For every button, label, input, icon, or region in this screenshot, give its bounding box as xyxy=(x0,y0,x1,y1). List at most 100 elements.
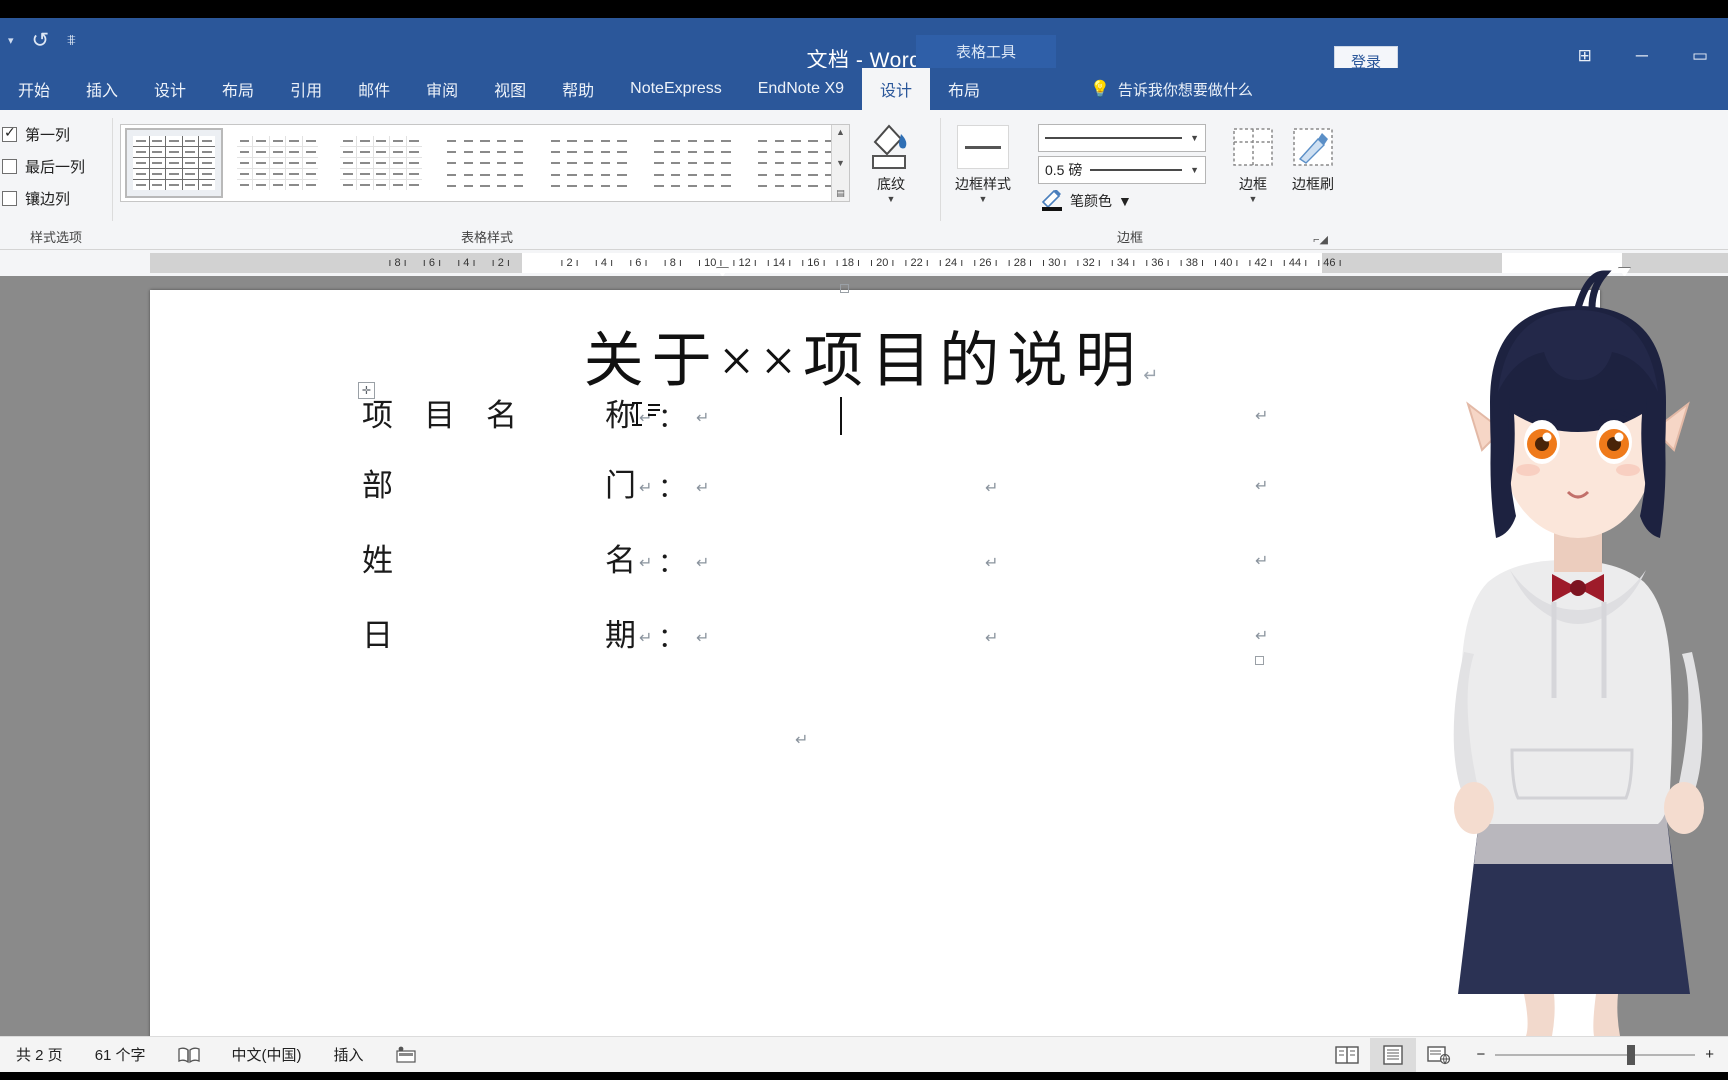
checkbox-icon[interactable] xyxy=(2,190,17,206)
thumb-cell xyxy=(806,136,821,144)
shading-dropdown-icon[interactable]: ▼ xyxy=(848,194,934,204)
table-style-thumb[interactable] xyxy=(125,128,223,198)
thumb-cell xyxy=(789,159,804,167)
thumb-cell xyxy=(581,170,596,178)
gallery-more-icon[interactable]: ▤ xyxy=(836,188,845,199)
zoom-slider-thumb[interactable] xyxy=(1627,1044,1636,1065)
read-mode-icon[interactable] xyxy=(1324,1038,1370,1072)
thumb-cell xyxy=(565,182,580,190)
thumb-cell xyxy=(772,182,787,190)
ribbon-tab-9[interactable]: NoteExpress xyxy=(612,68,740,110)
style-option-row-0[interactable]: 第一列 xyxy=(2,118,85,150)
form-row[interactable]: 部门 ↵： ↵ ↵ ↵ xyxy=(150,460,1600,536)
thumb-cell xyxy=(199,180,215,190)
ribbon-display-options-icon[interactable]: ⊞ xyxy=(1578,46,1592,66)
checkbox-icon[interactable] xyxy=(2,158,17,174)
style-option-row-1[interactable]: 最后一列 xyxy=(2,150,85,182)
shading-button[interactable]: 底纹 ▼ xyxy=(848,118,934,204)
ribbon-tab-6[interactable]: 审阅 xyxy=(408,68,476,110)
thumb-cell xyxy=(719,182,734,190)
status-insert-mode[interactable]: 插入 xyxy=(318,1044,380,1065)
ribbon-tab-5[interactable]: 邮件 xyxy=(340,68,408,110)
thumb-cell xyxy=(302,180,319,190)
status-word-count[interactable]: 61 个字 xyxy=(79,1044,162,1065)
thumb-cell xyxy=(615,147,630,155)
checkbox-icon[interactable] xyxy=(2,124,17,142)
table-style-thumb[interactable] xyxy=(438,130,532,196)
ribbon-tab-2[interactable]: 设计 xyxy=(136,68,204,110)
form-row[interactable]: 日期 ↵： ↵ ↵ ↵ xyxy=(150,610,1600,686)
thumb-cell xyxy=(719,136,734,144)
ribbon-tab-7[interactable]: 视图 xyxy=(476,68,544,110)
thumb-cell xyxy=(565,136,580,144)
table-style-thumb[interactable] xyxy=(749,130,844,196)
pen-color-label: 笔颜色 xyxy=(1070,193,1112,209)
ribbon-tab-11[interactable]: 设计 xyxy=(862,68,931,110)
ribbon-tab-3[interactable]: 布局 xyxy=(204,68,272,110)
form-row[interactable]: 姓名 ↵： ↵ ↵ ↵ xyxy=(150,535,1600,611)
borders-dialog-launcher-icon[interactable]: ⌐◢ xyxy=(1313,233,1328,246)
tell-me-box[interactable]: 💡 告诉我你想要做什么 xyxy=(1090,68,1253,110)
ruler-tick: ı 24 ı xyxy=(938,257,964,269)
restore-icon[interactable]: ▭ xyxy=(1692,46,1708,66)
ruler-tick: ı 28 ı xyxy=(1007,257,1033,269)
gallery-scroll-down-icon[interactable]: ▼ xyxy=(836,158,845,168)
ruler-track[interactable]: ı 8 ı ı 6 ı ı 4 ı ı 2 ı ı 2 ı ı 4 ı ı 6 ı ı 8 ı… xyxy=(150,253,1728,276)
border-styles-button[interactable]: 边框样式 ▼ xyxy=(940,118,1026,204)
form-label-left: 项 目 名 xyxy=(362,398,517,433)
print-layout-icon[interactable] xyxy=(1370,1037,1417,1072)
ribbon-tabs[interactable]: 开始 插入 设计 布局 引用 邮件 审阅 视图 帮助 NoteExpress EndNote X9 设… xyxy=(0,68,998,110)
borders-dropdown-icon[interactable]: ▼ xyxy=(1210,194,1296,204)
line-style-combo[interactable]: ▼ xyxy=(1038,124,1206,152)
table-style-thumb[interactable] xyxy=(230,130,325,196)
minimize-icon[interactable]: ─ xyxy=(1636,46,1648,66)
web-layout-icon[interactable] xyxy=(1416,1038,1462,1072)
thumb-cell xyxy=(166,180,182,190)
ribbon-tab-12[interactable]: 布局 xyxy=(930,68,998,110)
table-style-thumb[interactable] xyxy=(334,130,429,196)
ribbon-tab-0[interactable]: 开始 xyxy=(0,68,68,110)
zoom-in-button[interactable]: + xyxy=(1705,1046,1714,1063)
border-painter-label: 边框刷 xyxy=(1292,176,1334,192)
gallery-scroll-up-icon[interactable]: ▲ xyxy=(836,127,845,137)
thumb-cell xyxy=(511,182,526,190)
table-style-thumb[interactable] xyxy=(645,130,740,196)
shading-icon xyxy=(848,118,934,176)
paragraph-mark: ↵ xyxy=(696,480,710,497)
ribbon-tab-1[interactable]: 插入 xyxy=(68,68,136,110)
ribbon-tab-10[interactable]: EndNote X9 xyxy=(740,68,862,110)
border-painter-button[interactable]: 边框刷 xyxy=(1270,118,1356,192)
gallery-scrollbar[interactable]: ▲ ▼ ▤ xyxy=(831,125,849,201)
macro-record-icon[interactable] xyxy=(380,1046,432,1064)
table-styles-gallery[interactable]: ▲ ▼ ▤ xyxy=(120,124,850,202)
style-option-row-2[interactable]: 镶边列 xyxy=(2,182,85,214)
pen-color-dropdown-icon[interactable]: ▼ xyxy=(1118,193,1132,209)
table-style-thumb[interactable] xyxy=(541,130,636,196)
ribbon: 第一列最后一列镶边列 样式选项 ▲ ▼ ▤ 表格样式 xyxy=(0,110,1728,250)
status-language[interactable]: 中文(中国) xyxy=(216,1044,318,1065)
zoom-out-button[interactable]: − xyxy=(1476,1046,1485,1063)
thumb-cell xyxy=(806,182,821,190)
chevron-down-icon[interactable]: ▼ xyxy=(1190,133,1199,143)
ruler-tick: ı 2 ı xyxy=(560,257,579,269)
thumb-cell xyxy=(149,147,166,157)
horizontal-ruler[interactable]: ı 8 ı ı 6 ı ı 4 ı ı 2 ı ı 2 ı ı 4 ı ı 6 ı ı 8 ı… xyxy=(0,250,1728,276)
thumb-cell xyxy=(461,136,476,144)
pen-color-button[interactable]: 笔颜色 ▼ xyxy=(1040,190,1132,212)
zoom-slider[interactable] xyxy=(1495,1044,1696,1065)
ribbon-tab-4[interactable]: 引用 xyxy=(272,68,340,110)
proofing-icon[interactable] xyxy=(162,1046,216,1064)
form-row[interactable]: 项 目 名称 ↵： ↵ ↵ xyxy=(150,390,1600,466)
thumb-cell xyxy=(269,136,286,146)
line-weight-combo[interactable]: 0.5 磅 ▼ xyxy=(1038,156,1206,184)
status-page-info[interactable]: 共 2 页 xyxy=(0,1044,79,1065)
chevron-down-icon[interactable]: ▼ xyxy=(1190,165,1199,175)
style-options-list[interactable]: 第一列最后一列镶边列 xyxy=(2,118,85,214)
thumb-cell xyxy=(182,158,199,168)
zoom-control[interactable]: − + xyxy=(1462,1044,1728,1065)
thumb-cell xyxy=(444,136,459,144)
window-controls[interactable]: ⊞ ─ ▭ xyxy=(1578,46,1708,66)
document-page[interactable]: 关于××项目的说明↵ ✛ 项 目 名称 ↵： ↵ ↵ 部门 ↵： ↵ ↵ ↵ 姓名 ↵： ↵ ↵ ↵ 日期 ↵… xyxy=(150,284,1600,1042)
ribbon-tab-8[interactable]: 帮助 xyxy=(544,68,612,110)
border-styles-dropdown-icon[interactable]: ▼ xyxy=(940,194,1026,204)
